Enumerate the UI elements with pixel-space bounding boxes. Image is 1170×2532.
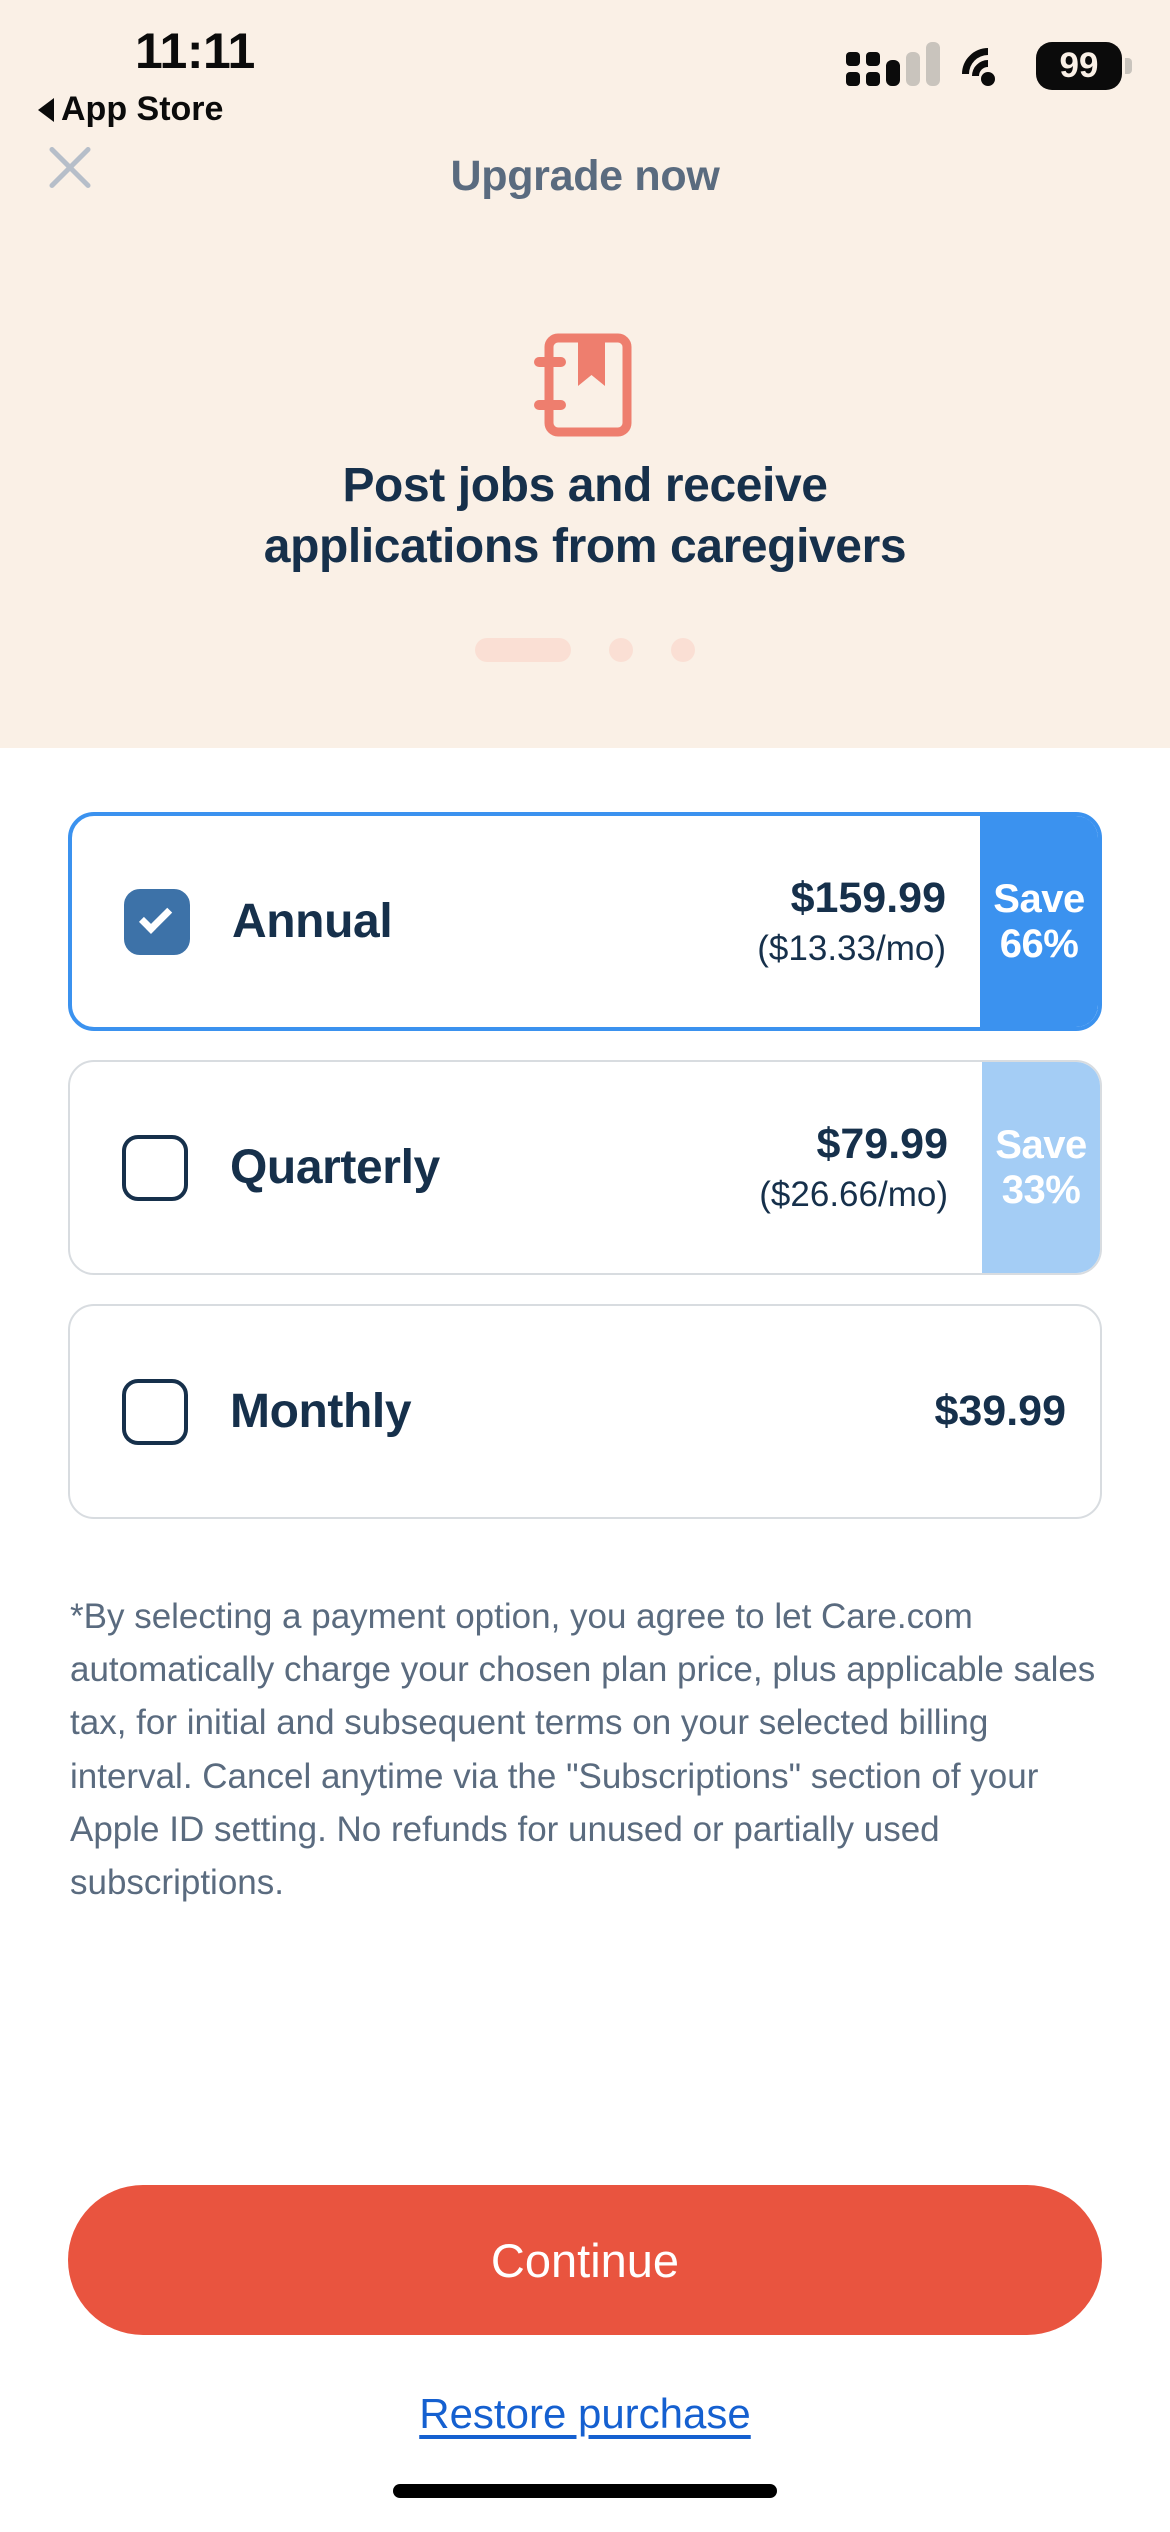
plan-option-quarterly[interactable]: Quarterly $79.99 ($26.66/mo) Save 33%: [68, 1060, 1102, 1275]
save-badge-label-annual: Save: [993, 876, 1085, 921]
save-badge-annual: Save 66%: [980, 816, 1098, 1027]
continue-button[interactable]: Continue: [68, 2185, 1102, 2335]
status-bar-indicators: 99: [846, 37, 1132, 111]
plan-price-quarterly: $79.99: [816, 1120, 948, 1168]
page-title: Upgrade now: [450, 152, 720, 200]
upgrade-paywall-screen: 11:11 App Store 99 Upgrade now Post jobs…: [0, 0, 1170, 2532]
back-label: App Store: [61, 90, 224, 128]
pagination-dot-2[interactable]: [609, 638, 633, 662]
plan-permonth-annual: ($13.33/mo): [757, 929, 946, 968]
plan-name-annual: Annual: [232, 895, 393, 948]
status-bar: 11:11 App Store 99: [0, 0, 1170, 128]
battery-level: 99: [1036, 42, 1122, 90]
plan-checkbox-quarterly[interactable]: [122, 1134, 188, 1201]
plan-list: Annual $159.99 ($13.33/mo) Save 66% Quar…: [68, 812, 1102, 1548]
pagination-dot-3[interactable]: [671, 638, 695, 662]
carousel-pagination[interactable]: [0, 638, 1170, 662]
battery-icon: 99: [1036, 42, 1132, 90]
plan-option-annual[interactable]: Annual $159.99 ($13.33/mo) Save 66%: [68, 812, 1102, 1031]
status-bar-time: 11:11: [135, 23, 255, 79]
save-badge-value-annual: 66%: [999, 921, 1079, 966]
pagination-dot-active[interactable]: [475, 638, 571, 662]
headline-line-1: Post jobs and receive: [342, 459, 828, 512]
plan-price-monthly: $39.99: [934, 1387, 1066, 1435]
home-indicator: [393, 2484, 777, 2498]
restore-purchase-link[interactable]: Restore purchase: [0, 2390, 1170, 2438]
plan-checkbox-annual[interactable]: [124, 888, 190, 955]
cellular-signal-icon: [846, 42, 940, 86]
billing-disclaimer: *By selecting a payment option, you agre…: [70, 1597, 1096, 1902]
triangle-left-icon: [38, 97, 54, 122]
notebook-bookmark-icon: [532, 330, 638, 440]
plan-price-annual: $159.99: [790, 874, 946, 922]
plan-name-quarterly: Quarterly: [230, 1141, 440, 1194]
plan-permonth-quarterly: ($26.66/mo): [759, 1175, 948, 1214]
hero-headline: Post jobs and receive applications from …: [0, 455, 1170, 578]
save-badge-quarterly: Save 33%: [982, 1062, 1100, 1273]
save-badge-label-quarterly: Save: [995, 1122, 1087, 1167]
save-badge-value-quarterly: 33%: [1001, 1167, 1081, 1212]
wifi-icon: [951, 37, 1025, 111]
plan-option-monthly[interactable]: Monthly $39.99: [68, 1304, 1102, 1519]
headline-line-2: applications from caregivers: [263, 520, 907, 574]
plan-pricing-monthly: $39.99: [934, 1387, 1100, 1436]
check-icon: [138, 900, 173, 934]
back-to-app-store-link[interactable]: App Store: [38, 90, 223, 129]
hero-section: 11:11 App Store 99 Upgrade now Post jobs…: [0, 0, 1170, 748]
plan-name-monthly: Monthly: [230, 1385, 412, 1438]
plan-checkbox-monthly[interactable]: [122, 1378, 188, 1445]
